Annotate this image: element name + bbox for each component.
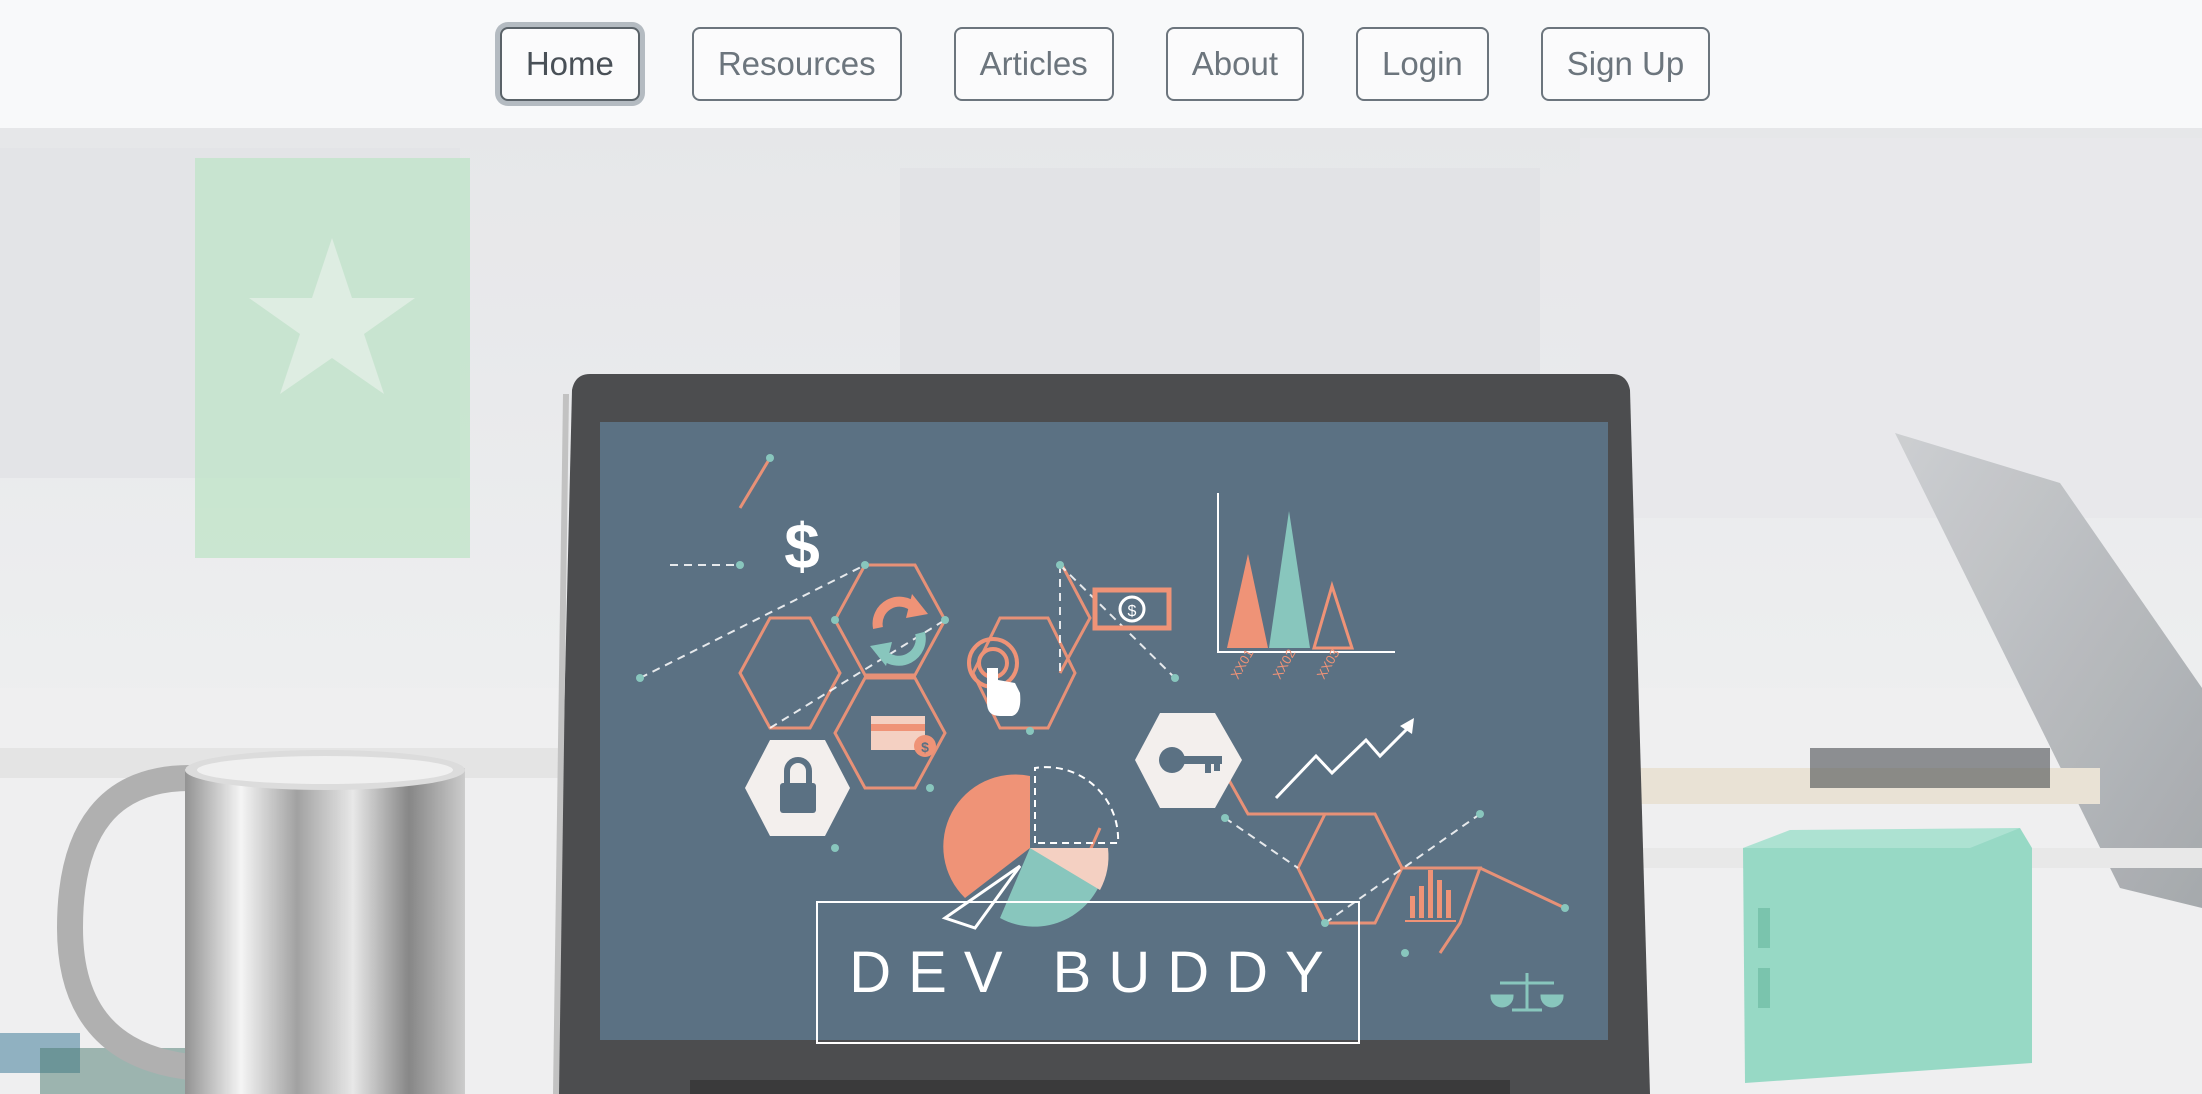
nav-home-button[interactable]: Home xyxy=(499,27,640,101)
nav-signup-button[interactable]: Sign Up xyxy=(1540,27,1711,101)
hero-banner: $ $ $ XX01 XX02 XX03 DEV BUDDY xyxy=(0,128,2202,1094)
brand-title-box: DEV BUDDY xyxy=(816,901,1360,1044)
nav-resources-button[interactable]: Resources xyxy=(691,27,902,101)
nav-about-button[interactable]: About xyxy=(1165,27,1305,101)
top-navbar: Home Resources Articles About Login Sign… xyxy=(0,0,2202,128)
brand-title: DEV BUDDY xyxy=(849,940,1341,1005)
nav-login-button[interactable]: Login xyxy=(1356,27,1489,101)
nav-articles-button[interactable]: Articles xyxy=(953,27,1114,101)
